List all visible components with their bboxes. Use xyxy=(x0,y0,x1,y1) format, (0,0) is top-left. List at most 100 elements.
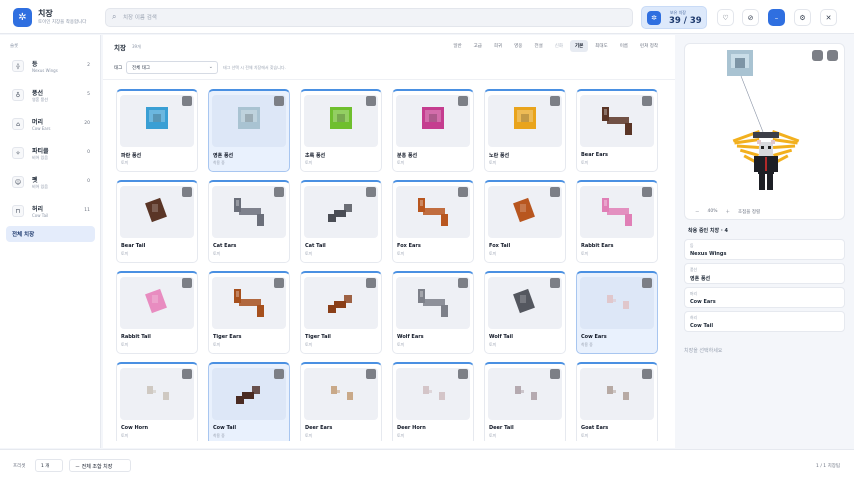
sidebar-item-4[interactable]: ☺ 펫 비어 있음 0 xyxy=(6,171,96,194)
sidebar-item-label: 등 xyxy=(32,61,38,68)
zoom-in-button[interactable]: ＋ xyxy=(726,209,731,215)
item-card[interactable]: Cow Ears 착용 중 xyxy=(576,271,658,354)
item-card[interactable]: Bear Ears 토끼 xyxy=(576,89,658,172)
item-card[interactable]: Deer Horn 토끼 xyxy=(392,362,474,441)
favorite-toggle[interactable] xyxy=(366,278,376,288)
favorite-toggle[interactable] xyxy=(458,369,468,379)
item-card[interactable]: Goat Ears 토끼 xyxy=(576,362,658,441)
favorite-toggle[interactable] xyxy=(458,96,468,106)
applied-slot[interactable]: 풍선 영혼 풍선 xyxy=(684,263,845,284)
item-status: 토끼 xyxy=(305,433,312,438)
favorite-toggle[interactable] xyxy=(274,96,284,106)
combine-button[interactable]: － 전체 조합 치장 xyxy=(69,459,131,472)
item-card[interactable]: Cat Tail 토끼 xyxy=(300,180,382,263)
favorite-toggle[interactable] xyxy=(274,278,284,288)
sidebar-item-5[interactable]: ⊓ 허리 Cow Tail 11 xyxy=(6,200,96,223)
reset-view-button[interactable]: 초점을 정렬 xyxy=(738,209,760,215)
item-card[interactable]: Deer Ears 토끼 xyxy=(300,362,382,441)
shirt-icon[interactable]: ♡ xyxy=(717,9,734,26)
favorite-toggle[interactable] xyxy=(182,278,192,288)
item-card[interactable]: 분홍 풍선 토끼 xyxy=(392,89,474,172)
tab-3[interactable]: 영웅 xyxy=(509,40,527,52)
favorite-toggle[interactable] xyxy=(642,187,652,197)
item-card[interactable]: 영혼 풍선 착용 중 xyxy=(208,89,290,172)
item-card[interactable]: Deer Tail 토끼 xyxy=(484,362,566,441)
favorite-toggle[interactable] xyxy=(550,96,560,106)
tab-2[interactable]: 희귀 xyxy=(489,40,507,52)
item-card[interactable]: Wolf Tail 토끼 xyxy=(484,271,566,354)
balloon-icon: ♁ xyxy=(12,89,24,101)
favorite-toggle[interactable] xyxy=(550,278,560,288)
wings-icon: ⟠ xyxy=(12,60,24,72)
sidebar-item-0[interactable]: ⟠ 등 Nexus Wings 2 xyxy=(6,55,96,78)
sidebar-item-3[interactable]: ✧ 파티클 비어 있음 0 xyxy=(6,142,96,165)
search-icon: ⌕ xyxy=(112,12,117,21)
favorite-toggle[interactable] xyxy=(182,369,192,379)
settings-icon[interactable]: ⚙ xyxy=(794,9,811,26)
item-status: 토끼 xyxy=(305,342,312,347)
filter-label: 태그 xyxy=(114,66,123,71)
sidebar-item-all[interactable]: 전체 치장 xyxy=(6,226,95,242)
favorite-toggle[interactable] xyxy=(550,369,560,379)
item-card[interactable]: Rabbit Tail 토끼 xyxy=(116,271,198,354)
tab-8[interactable]: 이름 xyxy=(615,40,633,52)
tab-6[interactable]: 기본 xyxy=(570,40,589,52)
favorite-toggle[interactable] xyxy=(458,278,468,288)
item-status: 토끼 xyxy=(489,433,496,438)
preset-select[interactable]: 1 개 xyxy=(35,459,63,472)
item-status: 토끼 xyxy=(581,433,588,438)
item-card[interactable]: Fox Ears 토끼 xyxy=(392,180,474,263)
favorite-toggle[interactable] xyxy=(366,369,376,379)
character-preview[interactable]: － 40% ＋ 초점을 정렬 xyxy=(684,43,845,220)
sidebar-item-label: 풍선 xyxy=(32,90,44,97)
item-card[interactable]: 초록 풍선 토끼 xyxy=(300,89,382,172)
favorite-toggle[interactable] xyxy=(550,187,560,197)
applied-slot[interactable]: 허리 Cow Tail xyxy=(684,311,845,332)
combine-button-label: 전체 조합 치장 xyxy=(81,464,113,470)
item-card[interactable]: Bear Tail 토끼 xyxy=(116,180,198,263)
favorite-toggle[interactable] xyxy=(458,187,468,197)
applied-slot[interactable]: 등 Nexus Wings xyxy=(684,239,845,260)
sidebar-item-sub: Nexus Wings xyxy=(32,68,58,73)
sidebar-item-1[interactable]: ♁ 풍선 영혼 풍선 5 xyxy=(6,84,96,107)
tab-4[interactable]: 전설 xyxy=(529,40,547,52)
favorite-toggle[interactable] xyxy=(366,96,376,106)
favorite-toggle[interactable] xyxy=(642,278,652,288)
close-icon[interactable]: ✕ xyxy=(820,9,837,26)
item-card[interactable]: Cat Ears 토끼 xyxy=(208,180,290,263)
sidebar-item-label: 허리 xyxy=(32,206,44,213)
favorite-toggle[interactable] xyxy=(366,187,376,197)
tab-0[interactable]: 일반 xyxy=(448,40,466,52)
tab-9[interactable]: 런쳐 정착 xyxy=(635,40,663,52)
search-input[interactable] xyxy=(123,11,623,24)
favorite-toggle[interactable] xyxy=(274,187,284,197)
tab-7[interactable]: 최대도 xyxy=(590,40,612,52)
item-card[interactable]: Cow Tail 착용 중 xyxy=(208,362,290,441)
search-box[interactable]: ⌕ xyxy=(105,8,633,27)
eye-off-icon[interactable]: ⊘ xyxy=(742,9,759,26)
item-card[interactable]: Cow Horn 토끼 xyxy=(116,362,198,441)
item-card[interactable]: Tiger Ears 토끼 xyxy=(208,271,290,354)
tab-5[interactable]: 신화 xyxy=(550,40,568,52)
favorite-toggle[interactable] xyxy=(642,369,652,379)
zoom-out-button[interactable]: － xyxy=(695,209,700,215)
tag-select[interactable]: 전체 태그 ⌄ xyxy=(126,61,218,74)
applied-title: 착용 중인 치장 · 4 xyxy=(688,228,728,234)
favorite-toggle[interactable] xyxy=(182,96,192,106)
item-card[interactable]: 파란 풍선 토끼 xyxy=(116,89,198,172)
item-name: Deer Ears xyxy=(305,425,333,431)
favorite-toggle[interactable] xyxy=(642,96,652,106)
item-card[interactable]: Wolf Ears 토끼 xyxy=(392,271,474,354)
item-card[interactable]: Tiger Tail 토끼 xyxy=(300,271,382,354)
tab-1[interactable]: 고급 xyxy=(469,40,487,52)
sidebar-item-2[interactable]: ⌂ 머리 Cow Ears 20 xyxy=(6,113,96,136)
minus-icon[interactable]: – xyxy=(768,9,785,26)
favorite-toggle[interactable] xyxy=(182,187,192,197)
item-card[interactable]: Fox Tail 토끼 xyxy=(484,180,566,263)
applied-slot[interactable]: 머리 Cow Ears xyxy=(684,287,845,308)
item-card[interactable]: Rabbit Ears 토끼 xyxy=(576,180,658,263)
favorite-toggle[interactable] xyxy=(274,369,284,379)
item-status: 토끼 xyxy=(121,251,128,256)
page-title: 치장 xyxy=(114,44,126,52)
item-card[interactable]: 노란 풍선 토끼 xyxy=(484,89,566,172)
